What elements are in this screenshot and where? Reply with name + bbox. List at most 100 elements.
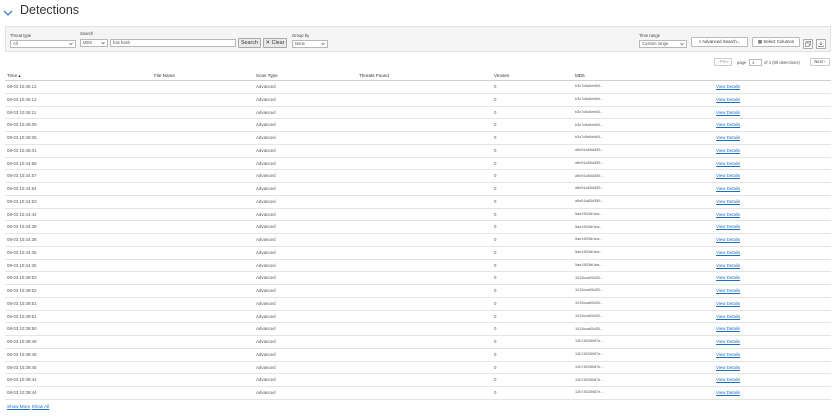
chevron-down-icon <box>321 42 325 46</box>
search-input[interactable]: has hash <box>110 39 236 47</box>
view-details-link[interactable]: View Details <box>716 377 740 382</box>
view-details-link[interactable]: View Details <box>716 275 740 280</box>
advanced-search-button[interactable]: ⌕ Advanced Search... <box>691 37 748 47</box>
view-details-link[interactable]: View Details <box>716 237 740 242</box>
cell-time: 08-03 10:39:50 <box>7 326 37 332</box>
show-more-link[interactable]: Show More <box>7 404 30 409</box>
cell-time: 08-03 10:39:44 <box>7 390 37 395</box>
page-header: Detections <box>0 0 836 24</box>
cell-viruses: 0 <box>494 173 497 179</box>
view-details-link[interactable]: View Details <box>716 135 740 140</box>
cell-viruses: 0 <box>494 377 497 383</box>
view-details-link[interactable]: View Details <box>716 314 740 319</box>
cell-md5: 5ae15f28e1ea... <box>575 237 603 242</box>
group-by-label: Group by <box>292 33 310 38</box>
next-page-button[interactable]: Next › <box>810 58 830 66</box>
copy-button[interactable] <box>803 39 813 49</box>
group-by-select[interactable]: None <box>292 40 328 48</box>
search-button[interactable]: Search <box>238 38 261 48</box>
cell-time: 08-03 10:44:53 <box>7 198 37 204</box>
cell-scan-type: Advanced <box>256 377 276 383</box>
view-details-link[interactable]: View Details <box>716 301 740 306</box>
search-label: Search <box>80 31 94 36</box>
header-threats-found[interactable]: Threats Found <box>359 73 389 78</box>
cell-scan-type: Advanced <box>256 96 276 102</box>
cell-viruses: 0 <box>494 84 497 89</box>
cell-scan-type: Advanced <box>256 326 276 332</box>
header-file-name[interactable]: File Name <box>154 73 175 78</box>
cell-md5: 5ae15f28e1ea... <box>575 262 603 267</box>
clear-button[interactable]: ✕ Clear <box>263 38 287 48</box>
clear-button-label: Clear <box>271 40 285 46</box>
cell-time: 08-03 10:44:57 <box>7 173 37 179</box>
cell-scan-type: Advanced <box>256 288 276 293</box>
view-details-link[interactable]: View Details <box>716 122 740 127</box>
view-details-link[interactable]: View Details <box>716 186 740 191</box>
view-details-link[interactable]: View Details <box>716 352 740 357</box>
download-icon <box>818 41 824 47</box>
cell-viruses: 0 <box>494 262 497 268</box>
view-details-link[interactable]: View Details <box>716 97 740 102</box>
cell-md5: 1015cca65d33... <box>575 275 604 280</box>
view-details-link[interactable]: View Details <box>716 288 740 293</box>
detections-table: Time ▴ File Name Scan Type Threats Found… <box>5 70 831 400</box>
view-details-link[interactable]: View Details <box>716 148 740 153</box>
cell-scan-type: Advanced <box>256 364 276 370</box>
select-columns-button[interactable]: ▦ Select Columns <box>752 37 800 47</box>
cell-time: 08-03 10:45:12 <box>7 96 37 102</box>
cell-time: 08-03 10:45:12 <box>7 84 37 89</box>
cell-viruses: 0 <box>494 147 497 153</box>
export-button[interactable] <box>816 39 826 49</box>
search-field-select[interactable]: MD5 <box>80 39 108 47</box>
show-all-link[interactable]: Show All <box>32 404 50 409</box>
cell-viruses: 0 <box>494 237 497 242</box>
cell-time: 08-03 10:44:58 <box>7 160 37 166</box>
view-details-link[interactable]: View Details <box>716 212 740 217</box>
view-details-link[interactable]: View Details <box>716 390 740 395</box>
cell-scan-type: Advanced <box>256 84 276 89</box>
view-details-link[interactable]: View Details <box>716 250 740 255</box>
table-row: 08-03 10:45:11 Advanced 0 b3c7c6a6eb64... Vi… <box>5 107 831 120</box>
view-details-link[interactable]: View Details <box>716 161 740 166</box>
table-row: 08-03 10:44:54 Advanced 0 a5e51a65d359... Vi… <box>5 183 831 196</box>
table-row: 08-03 10:44:42 Advanced 0 5ae15f28e1ea... Vi… <box>5 209 831 222</box>
header-time[interactable]: Time ▴ <box>7 73 21 79</box>
chevron-down-icon[interactable] <box>3 8 13 18</box>
cell-time: 08-03 10:39:52 <box>7 288 37 293</box>
page-title: Detections <box>20 3 80 17</box>
table-row: 08-03 10:39:53 Advanced 0 1015cca65d33... Vi… <box>5 272 831 285</box>
view-details-link[interactable]: View Details <box>716 84 740 89</box>
cell-scan-type: Advanced <box>256 160 276 166</box>
view-details-link[interactable]: View Details <box>716 339 740 344</box>
view-details-link[interactable]: View Details <box>716 224 740 229</box>
page-select[interactable]: 1 <box>749 59 762 66</box>
view-details-link[interactable]: View Details <box>716 365 740 370</box>
select-columns-label: Select Columns <box>763 39 795 44</box>
header-time-label: Time <box>7 73 18 78</box>
cell-md5: a5e51a65d359... <box>575 199 604 204</box>
cell-md5: a5e51a65d359... <box>575 173 604 178</box>
view-details-link[interactable]: View Details <box>716 199 740 204</box>
time-range-select[interactable]: Custom range <box>639 40 687 48</box>
header-viruses[interactable]: Viruses <box>494 73 509 78</box>
view-details-link[interactable]: View Details <box>716 326 740 331</box>
search-icon: ⌕ <box>698 39 702 44</box>
cell-time: 08-03 10:44:38 <box>7 237 37 242</box>
table-row: 08-03 10:39:51 Advanced 0 1015cca65d33... Vi… <box>5 311 831 324</box>
view-details-link[interactable]: View Details <box>716 110 740 115</box>
cell-time: 08-03 10:44:39 <box>7 224 37 230</box>
view-details-link[interactable]: View Details <box>716 263 740 268</box>
prev-page-button[interactable]: ‹ Prev <box>714 58 732 66</box>
view-details-link[interactable]: View Details <box>716 173 740 178</box>
header-md5[interactable]: MD5 <box>575 73 585 78</box>
table-footer: Show More Show All <box>7 404 49 409</box>
columns-icon: ▦ <box>757 39 763 44</box>
search-input-value: has hash <box>113 40 130 45</box>
cell-md5: 1015cca65d33... <box>575 326 604 331</box>
threat-type-select[interactable]: All <box>10 40 76 48</box>
cell-viruses: 0 <box>494 198 497 204</box>
cell-scan-type: Advanced <box>256 300 276 306</box>
header-scan-type[interactable]: Scan Type <box>256 73 278 78</box>
cell-time: 08-03 10:45:11 <box>7 109 37 115</box>
cell-scan-type: Advanced <box>256 262 276 268</box>
